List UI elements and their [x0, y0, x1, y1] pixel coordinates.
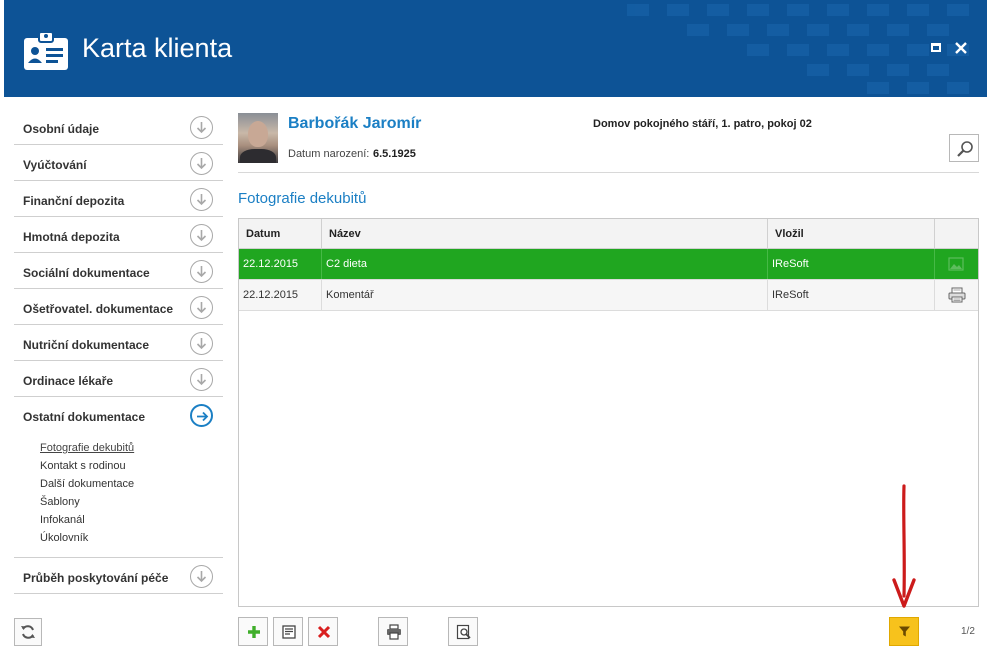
delete-button[interactable]	[308, 617, 338, 646]
sidebar-item-label: Nutriční dokumentace	[23, 338, 150, 352]
add-button[interactable]	[238, 617, 268, 646]
arrow-right-icon	[190, 404, 213, 427]
expand-down-icon	[190, 152, 213, 175]
sidebar-item-label: Ošetřovatel. dokumentace	[23, 302, 174, 316]
printer-icon	[387, 624, 401, 640]
cell-date: 22.12.2015	[239, 280, 322, 310]
search-button[interactable]	[949, 134, 979, 162]
photos-table: Datum Název Vložil 22.12.2015 C2 dieta I…	[238, 218, 979, 607]
expand-down-icon	[190, 368, 213, 391]
sidebar-item-other-documentation[interactable]: Ostatní dokumentace	[14, 397, 223, 433]
sidebar-item-label: Sociální dokumentace	[23, 266, 150, 280]
maximize-icon	[931, 43, 941, 52]
sidebar-item-billing[interactable]: Vyúčtování	[14, 145, 223, 181]
table-row[interactable]: 22.12.2015 Komentář IReSoft	[239, 280, 978, 311]
sidebar-item-label: Ordinace lékaře	[23, 374, 114, 388]
document-print-icon[interactable]	[948, 287, 966, 303]
sidebar-submenu: Fotografie dekubitů Kontakt s rodinou Da…	[14, 433, 223, 558]
expand-down-icon	[190, 565, 213, 588]
sidebar-item-material-deposits[interactable]: Hmotná depozita	[14, 217, 223, 253]
header-pattern	[627, 4, 969, 94]
sidebar-item-label: Průběh poskytování péče	[23, 571, 169, 585]
plus-icon	[248, 626, 260, 638]
cell-date: 22.12.2015	[239, 249, 322, 279]
column-header-date[interactable]: Datum	[239, 219, 322, 249]
table-header: Datum Název Vložil	[239, 219, 978, 249]
sidebar-item-nutrition-documentation[interactable]: Nutriční dokumentace	[14, 325, 223, 361]
submenu-item-pressure-ulcer-photos[interactable]: Fotografie dekubitů	[40, 439, 223, 457]
submenu-item-task-list[interactable]: Úkolovník	[40, 529, 223, 547]
close-button[interactable]	[953, 40, 969, 56]
filter-button[interactable]	[889, 617, 919, 646]
filter-icon	[899, 626, 910, 637]
expand-down-icon	[190, 260, 213, 283]
patient-location: Domov pokojného stáří, 1. patro, pokoj 0…	[593, 118, 812, 130]
refresh-icon	[21, 625, 35, 639]
sidebar-item-nursing-documentation[interactable]: Ošetřovatel. dokumentace	[14, 289, 223, 325]
submenu-item-other-documentation[interactable]: Další dokumentace	[40, 475, 223, 493]
expand-down-icon	[190, 116, 213, 139]
close-icon	[955, 42, 967, 54]
cell-name: C2 dieta	[322, 249, 768, 279]
sidebar-item-label: Vyúčtování	[23, 158, 87, 172]
annotation-arrow	[892, 484, 916, 608]
refresh-button[interactable]	[14, 618, 42, 646]
cell-name: Komentář	[322, 280, 768, 310]
submenu-item-templates[interactable]: Šablony	[40, 493, 223, 511]
window-header: Karta klienta	[4, 0, 987, 97]
sidebar-item-financial-deposits[interactable]: Finanční depozita	[14, 181, 223, 217]
client-card-icon	[24, 31, 68, 70]
expand-down-icon	[190, 332, 213, 355]
column-header-name[interactable]: Název	[322, 219, 768, 249]
sidebar-item-label: Osobní údaje	[23, 122, 100, 136]
expand-down-icon	[190, 296, 213, 319]
sidebar-item-social-documentation[interactable]: Sociální dokumentace	[14, 253, 223, 289]
sidebar-item-doctor-office[interactable]: Ordinace lékaře	[14, 361, 223, 397]
maximize-button[interactable]	[928, 40, 944, 56]
patient-name: Barbořák Jaromír	[288, 115, 422, 132]
print-button[interactable]	[378, 617, 408, 646]
edit-button[interactable]	[273, 617, 303, 646]
date-of-birth-label: Datum narození:	[288, 148, 370, 160]
expand-down-icon	[190, 188, 213, 211]
preview-button[interactable]	[448, 617, 478, 646]
submenu-item-family-contact[interactable]: Kontakt s rodinou	[40, 457, 223, 475]
table-row[interactable]: 22.12.2015 C2 dieta IReSoft	[239, 249, 978, 280]
sidebar-item-label: Ostatní dokumentace	[23, 410, 146, 424]
window-title: Karta klienta	[82, 33, 233, 63]
cell-author: IReSoft	[768, 249, 935, 279]
delete-icon	[317, 625, 331, 639]
cell-author: IReSoft	[768, 280, 935, 310]
sidebar-item-label: Hmotná depozita	[23, 230, 120, 244]
patient-photo	[238, 113, 278, 163]
sidebar-item-label: Finanční depozita	[23, 194, 125, 208]
search-icon	[957, 141, 973, 157]
sidebar: Osobní údaje Vyúčtování Finanční depozit…	[14, 109, 223, 594]
preview-search-icon	[456, 624, 471, 640]
sidebar-item-personal-data[interactable]: Osobní údaje	[14, 109, 223, 145]
expand-down-icon	[190, 224, 213, 247]
column-header-author[interactable]: Vložil	[768, 219, 935, 249]
image-icon[interactable]	[948, 256, 964, 272]
edit-document-icon	[282, 625, 296, 639]
sidebar-item-care-progress[interactable]: Průběh poskytování péče	[14, 558, 223, 594]
divider	[238, 172, 979, 173]
submenu-item-info-channel[interactable]: Infokanál	[40, 511, 223, 529]
date-of-birth-value: 6.5.1925	[373, 148, 416, 160]
section-title: Fotografie dekubitů	[238, 190, 367, 207]
page-indicator: 1/2	[961, 626, 975, 637]
